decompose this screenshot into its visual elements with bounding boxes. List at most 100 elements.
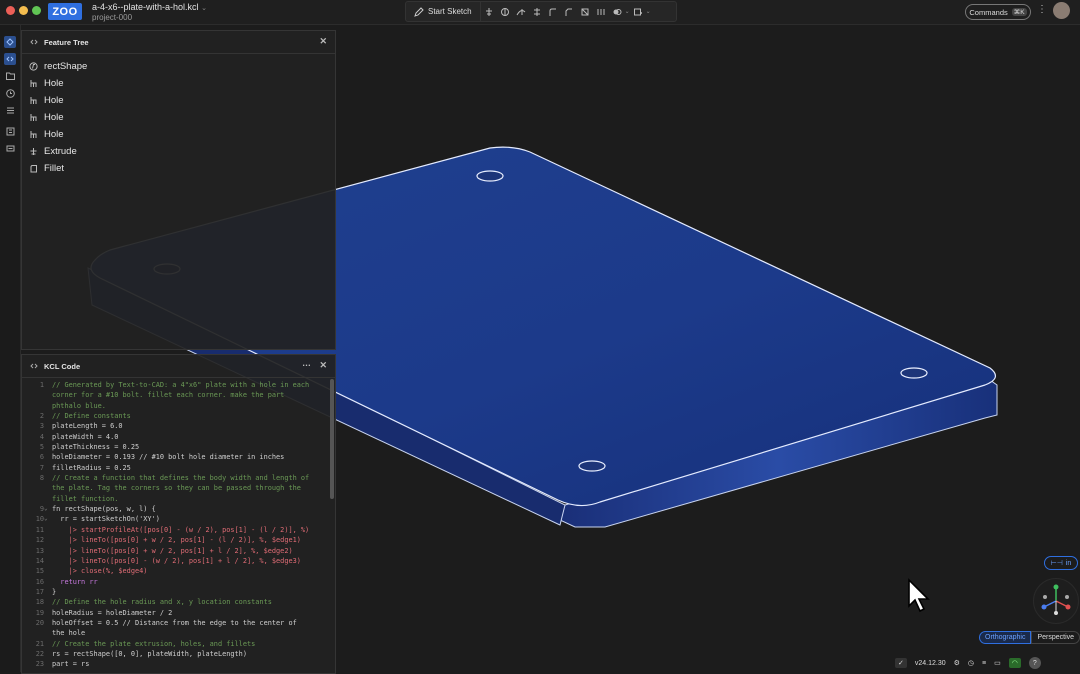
code-text: rs = rectShape([0, 0], plateWidth, plate… (52, 649, 247, 658)
chevron-down-icon[interactable]: ⌄ (625, 8, 630, 15)
code-line: 12 |> lineTo([pos[0] + w / 2, pos[1] - (… (22, 535, 335, 545)
line-number (22, 494, 44, 504)
ruler-icon: ⊢⊣ (1050, 560, 1063, 567)
code-line: corner for a #10 bolt. fillet each corne… (22, 390, 335, 400)
tree-item[interactable]: Hole (22, 109, 335, 126)
tree-item[interactable]: Hole (22, 75, 335, 92)
perspective-button[interactable]: Perspective (1031, 631, 1080, 644)
help-icon[interactable]: ? (1028, 657, 1041, 669)
hole-top (476, 170, 504, 182)
code-text: // Generated by Text-to-CAD: a 4"x6" pla… (52, 381, 310, 389)
line-number: 7 (39, 463, 44, 472)
settings-icon[interactable]: ⚙ (954, 659, 960, 667)
orthographic-button[interactable]: Orthographic (979, 631, 1032, 644)
fillet-icon (28, 164, 38, 174)
fold-icon[interactable]: ⌄ (44, 514, 52, 524)
tree-item[interactable]: Hole (22, 92, 335, 109)
hole-right (900, 367, 928, 379)
hole-icon (28, 96, 38, 106)
start-sketch-button[interactable]: Start Sketch (406, 2, 481, 21)
code-line: 16 return rr (22, 577, 335, 587)
close-window-button[interactable] (6, 6, 15, 15)
code-line: 20 holeOffset = 0.5 // Distance from the … (22, 618, 335, 628)
hole-icon (28, 113, 38, 123)
wifi-icon[interactable]: ◠ (1008, 658, 1021, 668)
code-line: phthalo blue. (22, 401, 335, 411)
close-icon[interactable]: ✕ (319, 360, 327, 371)
loft-icon[interactable] (532, 7, 542, 17)
chamfer-icon[interactable] (564, 7, 574, 17)
kcl-code-panel: KCL Code … ✕ 1 // Generated by Text-to-CA… (21, 354, 336, 674)
code-text: return rr (52, 577, 98, 586)
sweep-icon[interactable] (516, 7, 526, 17)
tree-item-label: Extrude (44, 146, 77, 157)
code-editor[interactable]: 1 // Generated by Text-to-CAD: a 4"x6" pl… (22, 378, 335, 670)
commands-label: Commands (969, 7, 1008, 17)
line-number: 6 (39, 453, 44, 462)
hole-icon (28, 79, 38, 89)
tree-item-label: Fillet (44, 163, 65, 174)
line-number: 15 (35, 567, 44, 576)
history-icon[interactable]: ◷ (968, 659, 974, 667)
more-options-icon[interactable]: ⋮ (1037, 4, 1047, 15)
line-number (22, 628, 44, 638)
zoo-logo[interactable]: ZOO (48, 3, 82, 20)
boolean-icon[interactable] (612, 7, 622, 17)
commands-button[interactable]: Commands ⌘K (965, 4, 1031, 20)
code-text: // Create the plate extrusion, holes, an… (52, 639, 256, 648)
panel-icon[interactable]: ▭ (994, 659, 1001, 667)
make-plane-icon[interactable] (633, 7, 643, 17)
close-icon[interactable]: ✕ (319, 36, 327, 47)
maximize-window-button[interactable] (32, 6, 41, 15)
code-text: |> startProfileAt([pos[0] - (w / 2), pos… (52, 525, 310, 534)
tree-item[interactable]: Extrude (22, 143, 335, 160)
project-name: project-000 (92, 13, 133, 22)
code-line: 5 plateThickness = 0.25 (22, 442, 335, 452)
scrollbar[interactable] (330, 379, 334, 499)
extrude-icon (28, 147, 38, 157)
tree-item[interactable]: Fillet (22, 160, 335, 177)
line-number (22, 401, 44, 411)
line-number: 5 (39, 443, 44, 452)
extrude-icon[interactable] (484, 7, 494, 17)
code-line: 8 // Create a function that defines the b… (22, 473, 335, 483)
line-number: 21 (35, 639, 44, 648)
revolve-icon[interactable] (500, 7, 510, 17)
fillet-icon[interactable] (548, 7, 558, 17)
feature-tree-title: Feature Tree (44, 37, 89, 47)
chevron-down-icon[interactable]: ⌄ (646, 8, 651, 15)
line-number: 10 (35, 515, 44, 524)
code-line: fillet function. (22, 494, 335, 504)
code-text: fillet function. (52, 494, 119, 503)
line-number (22, 483, 44, 493)
code-text: the plate. Tag the corners so they can b… (52, 484, 301, 493)
file-name[interactable]: a-4-x6--plate-with-a-hol.kcl ⌄ (92, 2, 207, 12)
tree-item[interactable]: Hole (22, 126, 335, 143)
code-text: rr = startSketchOn('XY') (52, 515, 160, 524)
status-bar: ✓ v24.12.30 ⚙ ◷ ≡ ▭ ◠ ? (895, 655, 1041, 671)
line-number: 4 (39, 432, 44, 441)
shell-icon[interactable] (580, 7, 590, 17)
code-text: the hole (52, 629, 86, 638)
units-toggle[interactable]: ⊢⊣ in (1044, 556, 1078, 570)
view-gizmo[interactable] (1033, 578, 1079, 624)
code-line: 2 // Define constants (22, 411, 335, 421)
code-text: holeOffset = 0.5 // Distance from the ed… (52, 618, 297, 627)
pattern-icon[interactable] (596, 7, 606, 17)
line-number: 23 (35, 660, 44, 669)
code-line: 18 // Define the hole radius and x, y loc… (22, 597, 335, 607)
tree-item[interactable]: rectShape (22, 58, 335, 75)
line-number: 9 (39, 505, 44, 514)
code-line: 7 filletRadius = 0.25 (22, 463, 335, 473)
check-icon[interactable]: ✓ (895, 658, 907, 668)
fold-icon[interactable]: ⌄ (44, 504, 52, 514)
minimize-window-button[interactable] (19, 6, 28, 15)
function-icon (28, 62, 38, 72)
units-label: in (1065, 559, 1072, 567)
version-label[interactable]: v24.12.30 (915, 660, 946, 667)
minimize-icon[interactable]: … (302, 358, 311, 368)
sliders-icon[interactable]: ≡ (982, 660, 986, 667)
line-number: 18 (35, 598, 44, 607)
pencil-icon (414, 6, 424, 17)
avatar[interactable] (1053, 2, 1070, 19)
